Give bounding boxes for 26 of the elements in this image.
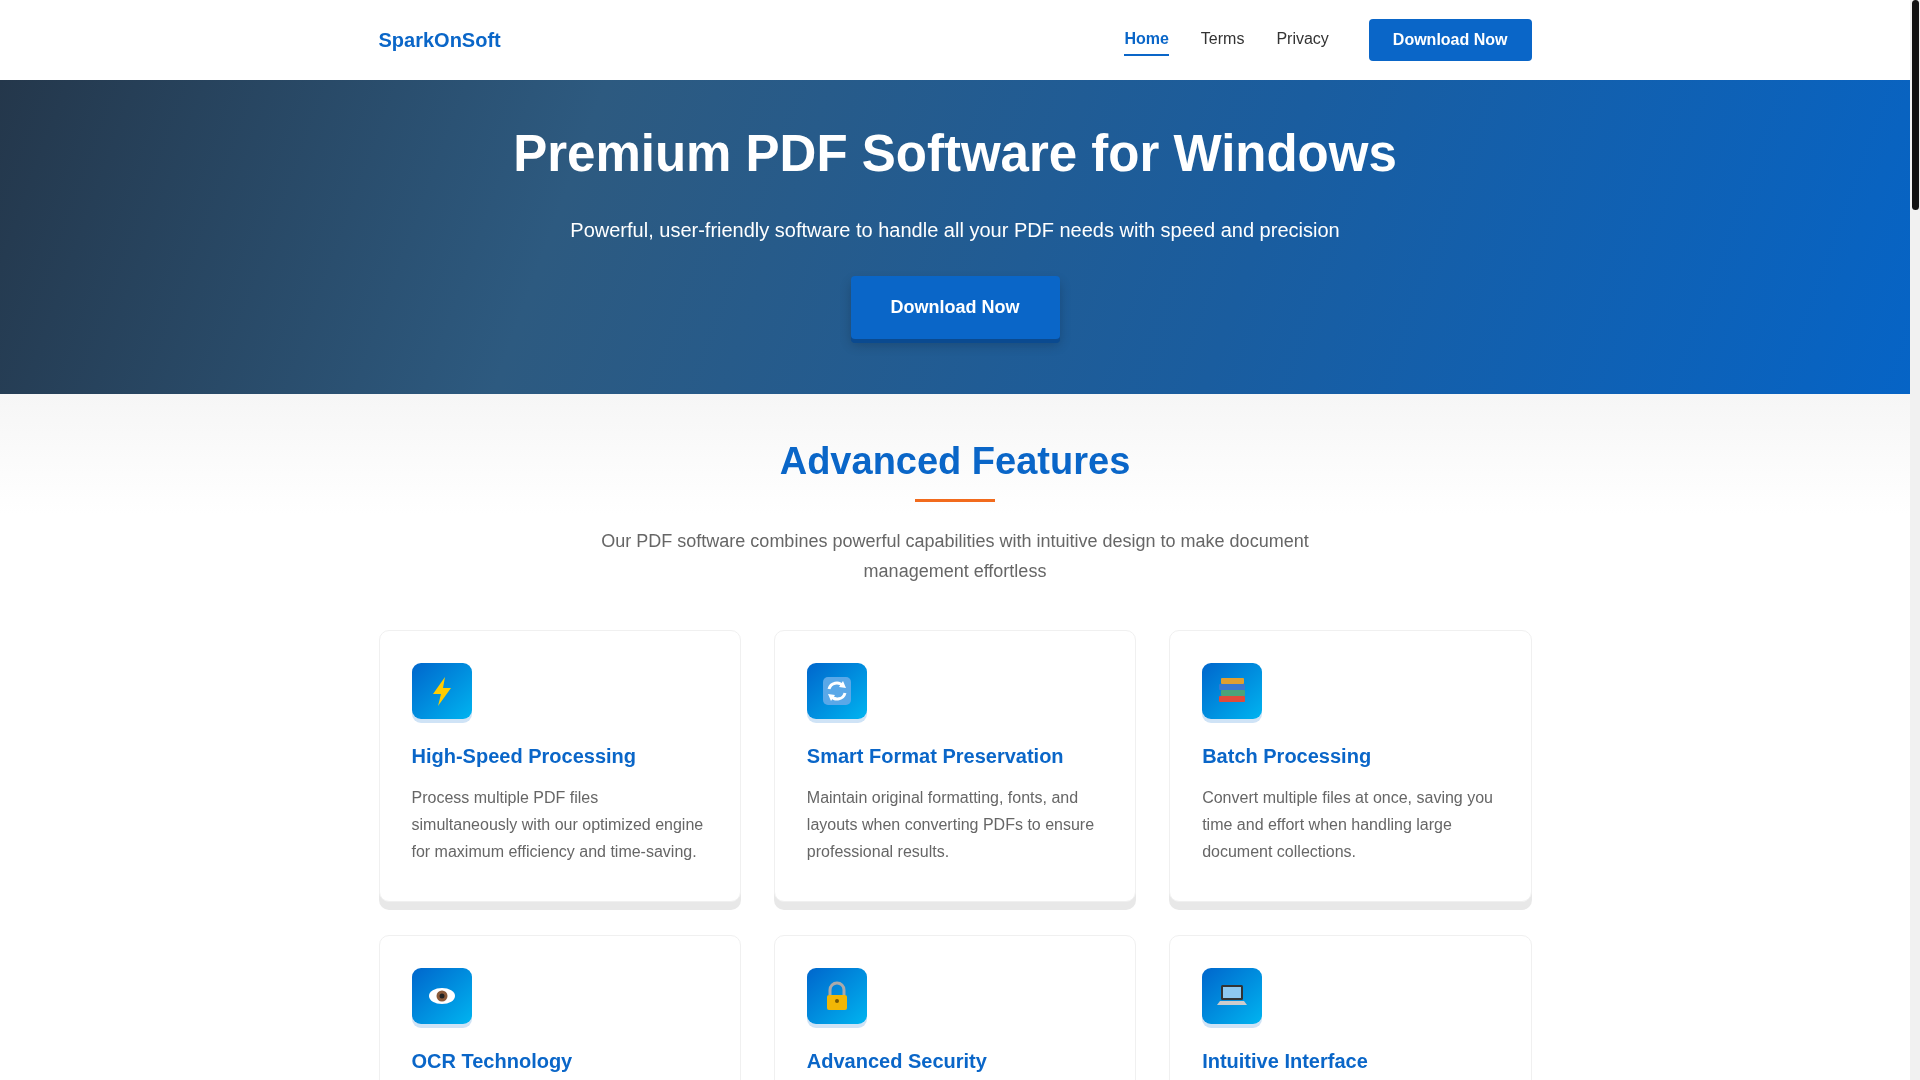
feature-description: Process multiple PDF files simultaneously with our optimized engine for maximum efficiency and time-saving. (411, 788, 705, 862)
feature-title: Smart Format Preservation (806, 745, 1065, 768)
section-intro: Our PDF software combines powerful capabilities with intuitive design to make document management effortless (600, 530, 1310, 583)
books-icon (1202, 663, 1263, 723)
laptop-icon (1202, 968, 1263, 1028)
padlock-icon (806, 968, 867, 1028)
logo[interactable]: SparkOnSoft (378, 28, 501, 52)
section-title: Advanced Features (778, 440, 1132, 483)
feature-description: Convert multiple files at once, saving you time and effort when handling large document collections. (1202, 788, 1494, 862)
nav-link[interactable]: Home (1124, 24, 1169, 56)
feature-title: Intuitive Interface (1202, 1050, 1369, 1073)
feature-description: Maintain original formatting, fonts, and layouts when converting PDFs to ensure professional results. (806, 788, 1096, 862)
hero-title: Premium PDF Software for Windows (513, 124, 1397, 183)
scroll-thumb[interactable] (1912, 0, 1919, 210)
feature-title: Advanced Security (806, 1050, 988, 1073)
scrollbar[interactable] (1910, 0, 1920, 1080)
eye-icon (411, 968, 472, 1028)
hero-subtitle: Powerful, user-friendly software to handle all your PDF needs with speed and precision (570, 219, 1340, 242)
feature-title: Batch Processing (1202, 745, 1373, 768)
nav-link[interactable]: Privacy (1276, 24, 1329, 56)
feature-title: High-Speed Processing (411, 745, 637, 768)
nav-link[interactable]: Terms (1200, 24, 1245, 56)
download-button[interactable]: Download Now (1368, 19, 1532, 61)
lightning-icon (411, 663, 472, 723)
feature-title: OCR Technology (411, 1050, 574, 1073)
rotate-arrows-icon (806, 663, 867, 723)
